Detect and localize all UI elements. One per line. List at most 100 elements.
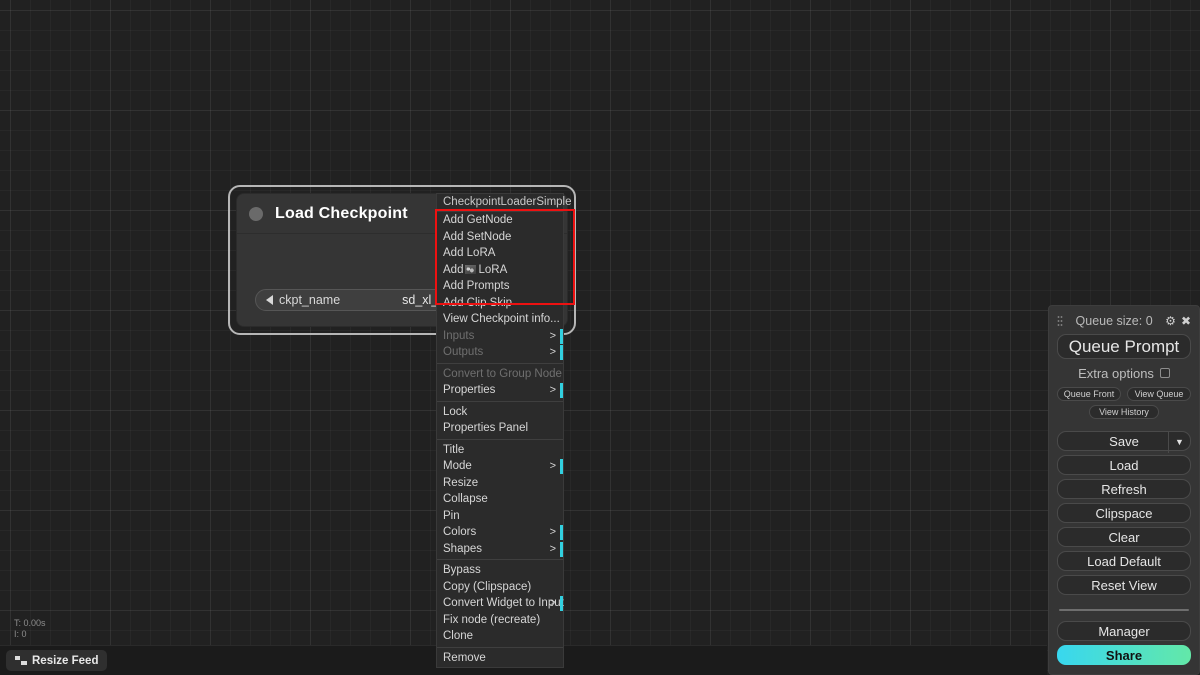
view-history-button[interactable]: View History bbox=[1089, 405, 1159, 419]
context-menu-group: Convert to Group Node Properties > bbox=[437, 366, 563, 399]
menu-item-label: Remove bbox=[443, 651, 486, 664]
menu-divider bbox=[437, 362, 563, 364]
resize-feed-button[interactable]: Resize Feed bbox=[6, 650, 108, 671]
menu-item-label: Resize bbox=[443, 476, 479, 489]
menu-item-label: Inputs bbox=[443, 329, 475, 342]
menu-item-label: Add LoRA bbox=[443, 247, 496, 259]
queue-prompt-button[interactable]: Queue Prompt bbox=[1057, 334, 1191, 359]
chevron-right-icon: > bbox=[549, 346, 556, 358]
share-button[interactable]: Share bbox=[1057, 645, 1191, 665]
collapse-dot-icon[interactable] bbox=[249, 206, 263, 221]
context-menu-group: Bypass Copy (Clipspace) Convert Widget t… bbox=[437, 562, 564, 645]
queue-actions-row: Queue Front View Queue bbox=[1057, 387, 1191, 401]
extra-options-label: Extra options bbox=[1078, 365, 1154, 381]
close-icon[interactable]: ✖ bbox=[1181, 315, 1191, 327]
extra-options-checkbox[interactable] bbox=[1159, 368, 1170, 378]
submenu-marker bbox=[560, 541, 563, 557]
context-menu-group: Remove bbox=[437, 650, 563, 667]
gear-icon[interactable]: ⚙ bbox=[1165, 315, 1176, 327]
graph-canvas[interactable] bbox=[0, 0, 1200, 675]
context-menu-group: Add GetNode Add SetNode Add LoRA Add LoRA… bbox=[437, 212, 563, 361]
menu-item-lock[interactable]: Lock bbox=[437, 404, 563, 421]
menu-item-pin[interactable]: Pin bbox=[437, 508, 563, 525]
load-default-button[interactable]: Load Default bbox=[1057, 551, 1191, 571]
render-stats: T: 0.00s I: 0 bbox=[14, 618, 46, 640]
menu-item-add-getnode[interactable]: Add GetNode bbox=[437, 212, 563, 229]
menu-item-label: Collapse bbox=[443, 493, 488, 505]
extra-options-row[interactable]: Extra options bbox=[1057, 363, 1191, 383]
menu-item-fix-node[interactable]: Fix node (recreate) bbox=[437, 612, 563, 629]
menu-item-outputs: Outputs > bbox=[437, 344, 563, 361]
menu-item-label: Shapes bbox=[443, 542, 483, 555]
menu-item-title[interactable]: Title bbox=[437, 442, 563, 459]
menu-item-label-suffix: LoRA bbox=[478, 263, 508, 276]
lora-thumbnail-icon bbox=[465, 264, 477, 274]
menu-item-shapes[interactable]: Shapes > bbox=[437, 541, 563, 558]
submenu-marker bbox=[560, 525, 563, 540]
chevron-down-icon[interactable]: ▼ bbox=[1168, 431, 1190, 453]
menu-item-add-prompts[interactable]: Add Prompts bbox=[437, 278, 563, 295]
view-queue-button[interactable]: View Queue bbox=[1127, 387, 1191, 401]
menu-item-label: Mode bbox=[443, 460, 472, 472]
menu-item-add-setnode[interactable]: Add SetNode bbox=[437, 229, 563, 246]
menu-item-label: Bypass bbox=[443, 564, 481, 576]
menu-item-copy-clipspace[interactable]: Copy (Clipspace) bbox=[437, 579, 563, 596]
chevron-right-icon: > bbox=[549, 384, 556, 396]
menu-item-label: Convert Widget to Input bbox=[443, 597, 564, 609]
widget-label: ckpt_name bbox=[279, 293, 341, 307]
drag-handle-icon[interactable] bbox=[1057, 314, 1063, 328]
panel-topbar: Queue size: 0 ⚙ ✖ bbox=[1057, 312, 1191, 330]
stat-iterations: I: 0 bbox=[14, 629, 27, 639]
menu-divider bbox=[437, 646, 563, 648]
menu-item-label: Properties bbox=[443, 384, 496, 396]
node-title: Load Checkpoint bbox=[275, 204, 408, 222]
menu-item-add-clip-skip[interactable]: Add Clip Skip bbox=[437, 295, 563, 312]
menu-item-remove[interactable]: Remove bbox=[437, 650, 563, 667]
submenu-marker bbox=[560, 596, 563, 611]
menu-item-mode[interactable]: Mode > bbox=[437, 458, 563, 475]
load-button[interactable]: Load bbox=[1057, 455, 1191, 475]
stat-time: T: 0.00s bbox=[14, 618, 46, 628]
menu-item-view-checkpoint-info[interactable]: View Checkpoint info... bbox=[437, 311, 563, 328]
clear-button[interactable]: Clear bbox=[1057, 527, 1191, 547]
menu-item-label: Copy (Clipspace) bbox=[443, 580, 532, 593]
menu-item-label: Add GetNode bbox=[443, 214, 513, 226]
menu-item-convert-widget-to-input[interactable]: Convert Widget to Input > bbox=[437, 595, 564, 612]
submenu-marker bbox=[560, 459, 563, 474]
menu-item-label: Convert to Group Node bbox=[443, 367, 562, 380]
queue-size-label: Queue size: 0 bbox=[1075, 314, 1153, 328]
resize-feed-label: Resize Feed bbox=[32, 654, 99, 667]
menu-item-clone[interactable]: Clone bbox=[437, 628, 563, 645]
queue-front-button[interactable]: Queue Front bbox=[1057, 387, 1121, 401]
menu-item-inputs: Inputs > bbox=[437, 328, 563, 345]
menu-item-label: Lock bbox=[443, 405, 468, 418]
menu-item-add-thumbnail-lora[interactable]: Add LoRA bbox=[437, 262, 563, 279]
resize-feed-icon bbox=[15, 655, 27, 666]
menu-item-label: Colors bbox=[443, 526, 477, 538]
menu-item-label: Add bbox=[443, 263, 464, 276]
node-context-menu[interactable]: CheckpointLoaderSimple Add GetNode Add S… bbox=[436, 193, 572, 668]
menu-item-properties-panel[interactable]: Properties Panel bbox=[437, 420, 563, 437]
menu-item-collapse[interactable]: Collapse bbox=[437, 491, 563, 508]
menu-divider bbox=[437, 400, 563, 402]
panel-divider bbox=[1059, 609, 1189, 611]
context-menu-header: CheckpointLoaderSimple bbox=[437, 194, 572, 212]
menu-item-label: Add Prompts bbox=[443, 280, 510, 292]
manager-button[interactable]: Manager bbox=[1057, 621, 1191, 641]
menu-item-resize[interactable]: Resize bbox=[437, 475, 563, 492]
clipspace-button[interactable]: Clipspace bbox=[1057, 503, 1191, 523]
submenu-marker bbox=[560, 328, 563, 344]
arrow-left-icon[interactable] bbox=[266, 295, 273, 305]
refresh-button[interactable]: Refresh bbox=[1057, 479, 1191, 499]
submenu-marker bbox=[560, 345, 563, 360]
menu-item-label: View Checkpoint info... bbox=[443, 313, 560, 325]
menu-item-properties[interactable]: Properties > bbox=[437, 382, 563, 399]
menu-item-add-lora[interactable]: Add LoRA bbox=[437, 245, 563, 262]
reset-view-button[interactable]: Reset View bbox=[1057, 575, 1191, 595]
menu-item-bypass[interactable]: Bypass bbox=[437, 562, 563, 579]
save-button[interactable]: Save ▼ bbox=[1057, 431, 1191, 453]
menu-item-colors[interactable]: Colors > bbox=[437, 524, 563, 541]
comfy-menu-panel[interactable]: Queue size: 0 ⚙ ✖ Queue Prompt Extra opt… bbox=[1048, 305, 1200, 675]
menu-item-label: Add Clip Skip bbox=[443, 296, 513, 309]
save-label: Save bbox=[1109, 433, 1139, 449]
